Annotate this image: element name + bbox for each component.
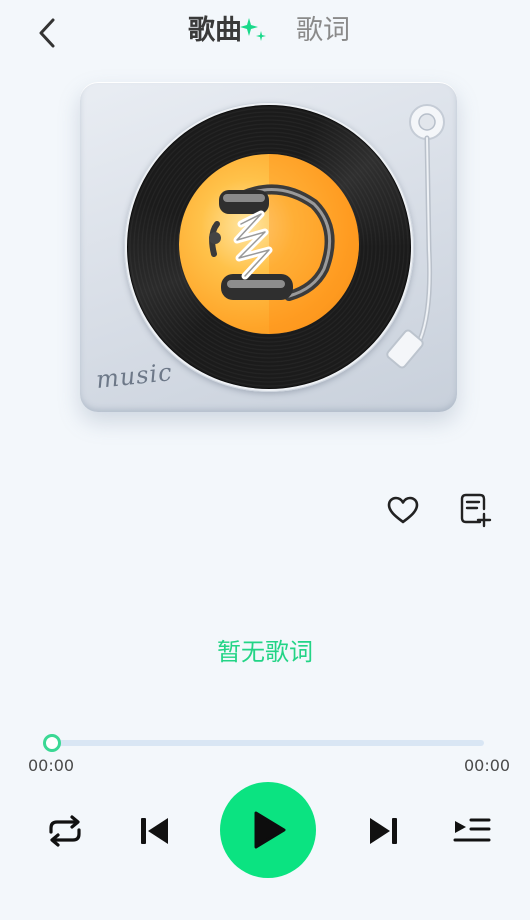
- back-button[interactable]: [30, 14, 64, 52]
- next-button[interactable]: [364, 810, 404, 852]
- sparkle-icon: [240, 18, 266, 41]
- queue-button[interactable]: [450, 810, 494, 852]
- tab-song[interactable]: 歌曲: [188, 12, 242, 50]
- skip-next-icon: [370, 818, 397, 844]
- progress-bar[interactable]: [52, 740, 484, 746]
- previous-button[interactable]: [134, 810, 174, 852]
- total-time: 00:00: [464, 756, 511, 775]
- playlist-add-icon: [460, 493, 492, 528]
- repeat-icon: [49, 815, 81, 847]
- queue-icon: [453, 818, 491, 842]
- current-time: 00:00: [28, 756, 75, 775]
- repeat-button[interactable]: [42, 810, 88, 852]
- like-button[interactable]: [383, 490, 423, 530]
- play-icon: [254, 811, 286, 849]
- progress-handle[interactable]: [43, 734, 61, 752]
- headphones-icon: [209, 184, 335, 301]
- tab-lyrics[interactable]: 歌词: [296, 12, 350, 50]
- top-bar: 歌曲 歌词: [0, 0, 530, 64]
- skip-previous-icon: [141, 818, 168, 844]
- play-button[interactable]: [220, 782, 316, 878]
- no-lyrics-text: 暂无歌词: [217, 638, 313, 666]
- heart-icon: [387, 496, 419, 524]
- add-to-playlist-button[interactable]: [455, 490, 495, 530]
- chevron-left-icon: [39, 18, 55, 48]
- album-cover: [179, 154, 359, 334]
- tonearm: [386, 104, 445, 369]
